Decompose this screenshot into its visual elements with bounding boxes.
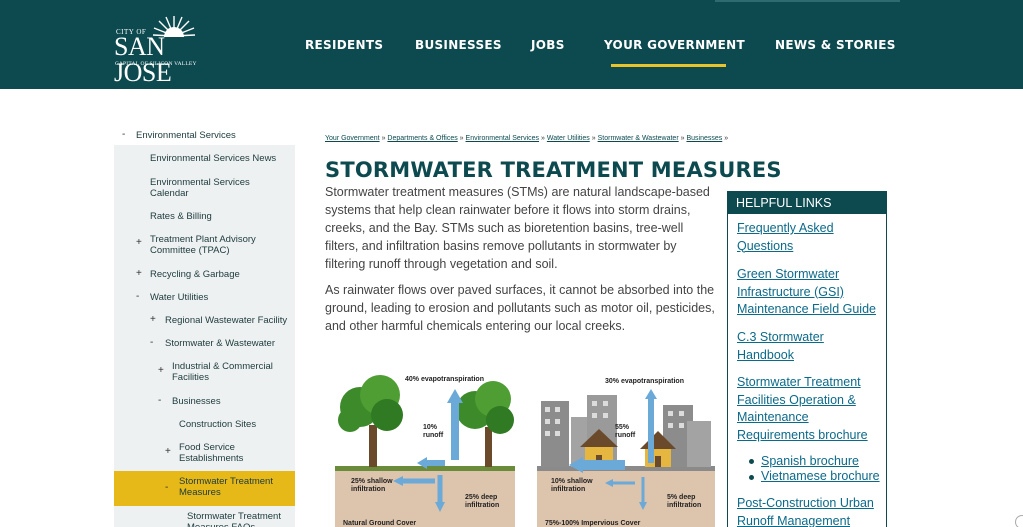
label-evapotranspiration: 40% evapotranspiration — [405, 376, 484, 383]
sidebar-item-es-calendar[interactable]: Environmental Services Calendar — [150, 177, 270, 199]
label-deep-infiltration: 25% deep infiltration — [465, 494, 499, 509]
sidebar-bullet: + — [150, 314, 156, 325]
link-stf-brochure[interactable]: Stormwater Treatment Facilities Operatio… — [737, 374, 882, 444]
sidebar-item-construction-sites[interactable]: Construction Sites — [179, 419, 289, 430]
sidebar-bullet: + — [136, 237, 142, 248]
logo-name: SAN JOSE — [114, 32, 172, 87]
breadcrumb-link[interactable]: Your Government — [325, 135, 380, 142]
label-runoff: 55% runoff — [615, 424, 636, 439]
sidebar-item-water-utilities[interactable]: Water Utilities — [150, 292, 290, 303]
runoff-paragraph: As rainwater flows over paved surfaces, … — [325, 283, 715, 333]
label-caption: Natural Ground Cover — [343, 520, 416, 527]
arrow-head — [645, 389, 657, 399]
breadcrumb-link[interactable]: Water Utilities — [547, 135, 590, 142]
nav-news-stories[interactable]: NEWS & STORIES — [775, 38, 896, 52]
link-post-construction[interactable]: Post-Construction Urban Runoff Managemen… — [737, 495, 882, 527]
nav-jobs[interactable]: JOBS — [531, 38, 565, 52]
bullet-dot — [749, 475, 754, 480]
tree-icon — [456, 381, 514, 467]
label-caption: 75%-100% Impervious Cover — [545, 520, 641, 527]
breadcrumb-separator: » — [591, 135, 596, 142]
sidebar-item-es-news[interactable]: Environmental Services News — [150, 153, 290, 164]
sidebar-item-recycling-garbage[interactable]: Recycling & Garbage — [150, 269, 290, 280]
scroll-indicator[interactable] — [1015, 515, 1023, 527]
breadcrumb-separator: » — [680, 135, 685, 142]
label-runoff: 10% runoff — [423, 424, 444, 439]
sidebar-bullet: + — [158, 365, 164, 376]
sidebar-item-stm-faqs[interactable]: Stormwater Treatment Measures FAQs — [187, 511, 292, 527]
nav-your-government[interactable]: YOUR GOVERNMENT — [604, 38, 745, 52]
sidebar-item-businesses[interactable]: Businesses — [172, 396, 287, 407]
sidebar-item-stormwater-wastewater[interactable]: Stormwater & Wastewater — [165, 338, 293, 349]
natural-ground-panel: 40% evapotranspiration 10% runoff 25% sha… — [335, 375, 515, 527]
arrow-head — [447, 389, 463, 403]
header-top-line — [715, 0, 900, 2]
intro-paragraph: Stormwater treatment measures (STMs) are… — [325, 185, 710, 271]
sidebar-nav: - Environmental Services Environmental S… — [114, 125, 295, 527]
runoff-comparison-diagram: 40% evapotranspiration 10% runoff 25% sha… — [335, 375, 715, 527]
link-gsi-field-guide[interactable]: Green Stormwater Infrastructure (GSI) Ma… — [737, 266, 882, 319]
link-vietnamese-brochure[interactable]: Vietnamese brochure — [761, 469, 880, 483]
sidebar-item-stormwater-treatment-measures[interactable]: Stormwater Treatment Measures — [179, 476, 289, 498]
sidebar-bullet: - — [122, 129, 126, 140]
helpful-links-header: HELPFUL LINKS — [728, 192, 886, 214]
sidebar-bullet: - — [136, 291, 140, 302]
breadcrumb-separator: » — [541, 135, 545, 142]
impervious-cover-panel: 30% evapotranspiration 55% runoff 10% sha… — [537, 378, 715, 527]
nav-active-underline — [611, 64, 726, 67]
sidebar-item-environmental-services[interactable]: Environmental Services — [136, 130, 291, 141]
breadcrumb-separator: » — [381, 135, 386, 142]
tree-icon — [338, 375, 403, 467]
sidebar-bullet: + — [165, 446, 171, 457]
sidebar-item-food-service[interactable]: Food Service Establishments — [179, 442, 279, 464]
page-title: STORMWATER TREATMENT MEASURES — [325, 158, 782, 182]
breadcrumb-link[interactable]: Environmental Services — [466, 135, 540, 142]
sidebar-bullet: - — [165, 482, 169, 493]
breadcrumb-separator: » — [724, 135, 729, 142]
building-icon — [687, 421, 711, 467]
breadcrumb: Your Government » Departments & Offices … — [325, 135, 728, 142]
site-header: CITY OF SAN JOSE CAPITAL OF SILICON VALL… — [0, 0, 1023, 89]
link-c3-handbook[interactable]: C.3 Stormwater Handbook — [737, 329, 882, 364]
nav-businesses[interactable]: BUSINESSES — [415, 38, 502, 52]
sidebar-item-regional-wastewater[interactable]: Regional Wastewater Facility — [165, 315, 293, 326]
sidebar-item-rates-billing[interactable]: Rates & Billing — [150, 211, 290, 222]
sidebar-bullet: - — [150, 337, 154, 348]
nav-residents[interactable]: RESIDENTS — [305, 38, 383, 52]
link-spanish-brochure[interactable]: Spanish brochure — [761, 454, 859, 468]
breadcrumb-link[interactable]: Stormwater & Wastewater — [598, 135, 679, 142]
logo-tagline: CAPITAL OF SILICON VALLEY — [115, 61, 197, 67]
breadcrumb-link[interactable]: Departments & Offices — [387, 135, 457, 142]
sidebar-item-industrial-commercial[interactable]: Industrial & Commercial Facilities — [172, 361, 287, 383]
city-logo[interactable]: CITY OF SAN JOSE CAPITAL OF SILICON VALL… — [114, 14, 210, 86]
sidebar-item-tpac[interactable]: Treatment Plant Advisory Committee (TPAC… — [150, 234, 280, 256]
bullet-dot — [749, 459, 754, 464]
breadcrumb-link[interactable]: Businesses — [686, 135, 722, 142]
link-faq[interactable]: Frequently Asked Questions — [737, 220, 882, 255]
helpful-links-box: HELPFUL LINKS Frequently Asked Questions… — [727, 191, 887, 527]
breadcrumb-separator: » — [459, 135, 464, 142]
sidebar-bullet: + — [136, 268, 142, 279]
sidebar-bullet: - — [158, 395, 162, 406]
label-evapotranspiration: 30% evapotranspiration — [605, 378, 684, 385]
